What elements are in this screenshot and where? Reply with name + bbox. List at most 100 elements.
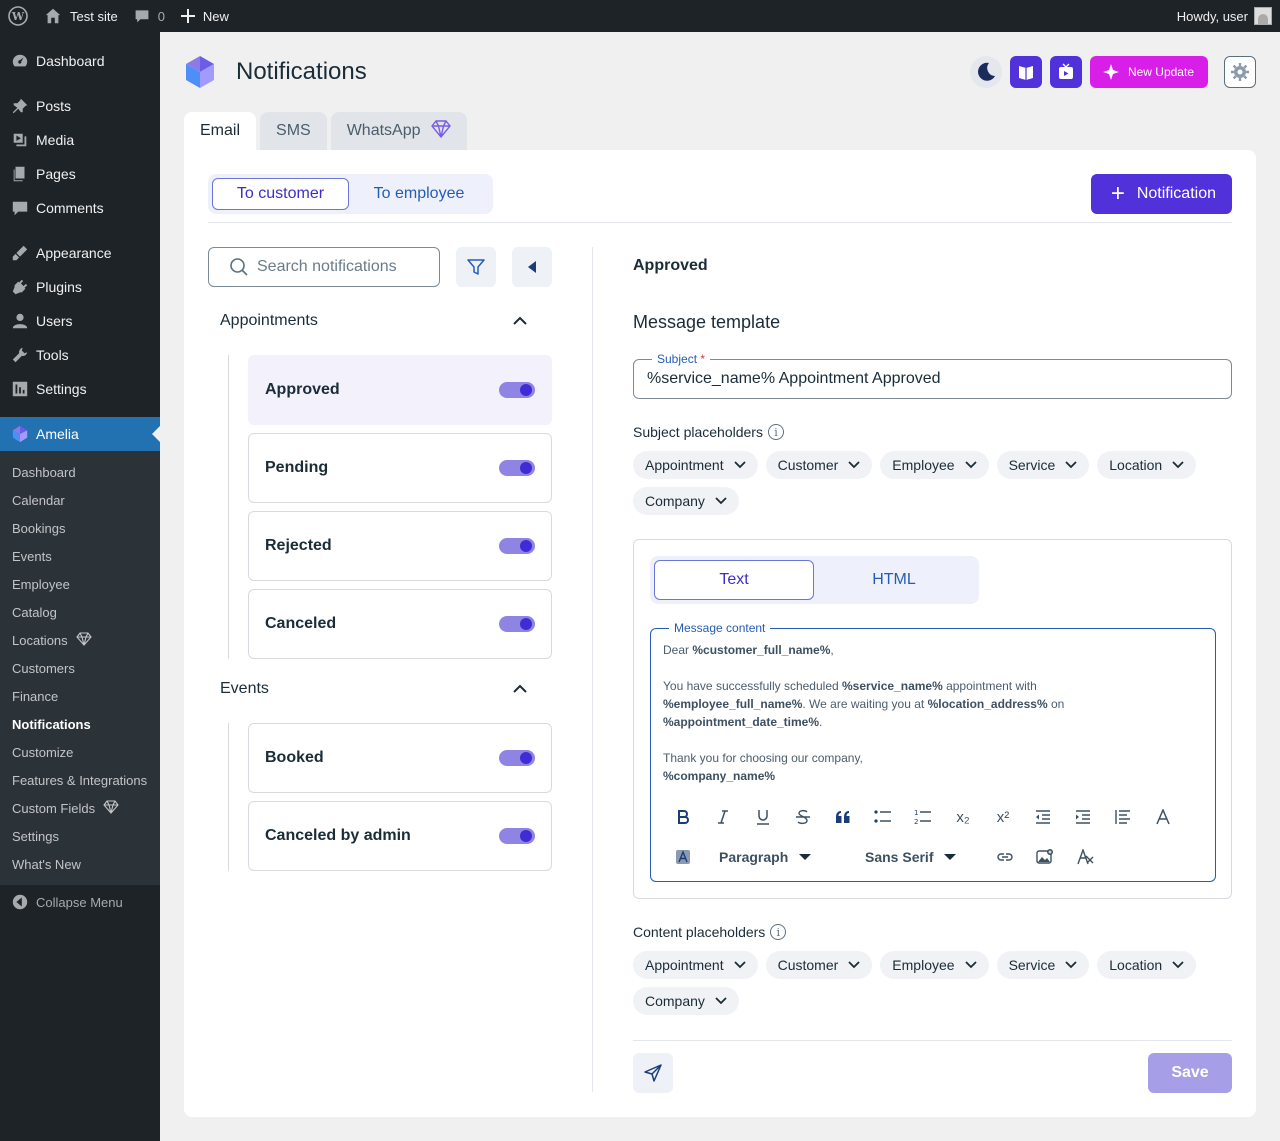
underline-button[interactable] [743,797,783,837]
placeholder-dropdown-customer[interactable]: Customer [765,951,873,979]
account-menu[interactable]: Howdy, user [1177,7,1280,25]
enabled-toggle[interactable] [499,460,535,476]
submenu-item-customers[interactable]: Customers [0,654,160,682]
submenu-item-employee[interactable]: Employee [0,570,160,598]
dark-mode-toggle[interactable] [969,56,1002,88]
info-icon[interactable]: i [770,924,787,940]
background-color-button[interactable] [663,837,703,877]
submenu-item-features[interactable]: Features & Integrations [0,766,160,794]
add-notification-button[interactable]: + Notification [1090,174,1232,214]
sidebar-item-users[interactable]: Users [0,304,160,338]
sidebar-item-posts[interactable]: Posts [0,89,160,123]
sidebar-item-pages[interactable]: Pages [0,157,160,191]
placeholder-dropdown-customer[interactable]: Customer [765,451,873,479]
outdent-button[interactable] [1023,797,1063,837]
sidebar-item-appearance[interactable]: Appearance [0,236,160,270]
sidebar-item-settings[interactable]: Settings [0,372,160,406]
submenu-item-whats-new[interactable]: What's New [0,850,160,878]
search-input[interactable]: Search notifications [208,247,440,287]
indent-button[interactable] [1063,797,1103,837]
collapse-list-button[interactable] [512,247,552,287]
submenu-item-dashboard[interactable]: Dashboard [0,458,160,486]
submenu-item-finance[interactable]: Finance [0,682,160,710]
documentation-button[interactable] [1009,56,1042,88]
submenu-item-custom-fields[interactable]: Custom Fields [0,794,160,822]
submenu-item-bookings[interactable]: Bookings [0,514,160,542]
placeholder-dropdown-employee[interactable]: Employee [880,451,989,479]
sidebar-item-comments[interactable]: Comments [0,191,160,225]
wordpress-logo-icon[interactable]: W [0,0,36,32]
subject-input[interactable]: Subject * %service_name% Appointment App… [633,351,1232,399]
save-button[interactable]: Save [1148,1053,1232,1093]
tab-text[interactable]: Text [654,560,814,600]
group-appointments[interactable]: Appointments [220,312,540,330]
submenu-item-customize[interactable]: Customize [0,738,160,766]
submenu-item-settings[interactable]: Settings [0,822,160,850]
submenu-item-locations[interactable]: Locations [0,626,160,654]
placeholder-dropdown-appointment[interactable]: Appointment [633,951,758,979]
site-name-link[interactable]: Test site [36,0,126,32]
notification-item-rejected[interactable]: Rejected [248,511,552,581]
info-icon[interactable]: i [767,424,784,440]
sidebar-item-amelia[interactable]: Amelia [0,417,160,451]
subscript-button[interactable]: x₂ [943,797,983,837]
submenu-item-catalog[interactable]: Catalog [0,598,160,626]
notification-item-booked[interactable]: Booked [248,723,552,793]
comments-link[interactable]: 0 [126,0,173,32]
message-content-field[interactable]: Message content Dear %customer_full_name… [650,620,1216,882]
blockquote-button[interactable] [823,797,863,837]
tab-email[interactable]: Email [184,112,257,150]
tab-to-employee[interactable]: To employee [349,178,489,210]
clear-format-button[interactable] [1065,837,1105,877]
send-test-button[interactable] [633,1053,673,1093]
sidebar-item-media[interactable]: Media [0,123,160,157]
sidebar-item-tools[interactable]: Tools [0,338,160,372]
placeholder-dropdown-location[interactable]: Location [1097,451,1197,479]
placeholder-dropdown-employee[interactable]: Employee [880,951,989,979]
video-tutorials-button[interactable] [1049,56,1082,88]
collapse-menu-button[interactable]: Collapse Menu [0,885,160,919]
enabled-toggle[interactable] [499,828,535,844]
sidebar-item-dashboard[interactable]: Dashboard [0,44,160,78]
paragraph-select[interactable]: Paragraph [719,837,847,877]
new-content-link[interactable]: New [173,0,237,32]
filter-button[interactable] [456,247,496,287]
align-button[interactable] [1103,797,1143,837]
submenu-item-calendar[interactable]: Calendar [0,486,160,514]
notification-item-approved[interactable]: Approved [248,355,552,425]
bold-button[interactable] [663,797,703,837]
placeholder-dropdown-company[interactable]: Company [633,987,739,1015]
enabled-toggle[interactable] [499,538,535,554]
submenu-item-notifications[interactable]: Notifications [0,710,160,738]
new-update-button[interactable]: New Update [1089,56,1208,88]
enabled-toggle[interactable] [499,616,535,632]
placeholder-dropdown-company[interactable]: Company [633,487,739,515]
tab-sms[interactable]: SMS [260,112,327,150]
settings-button[interactable] [1224,56,1256,88]
placeholder-dropdown-service[interactable]: Service [996,951,1090,979]
italic-button[interactable] [703,797,743,837]
font-family-select[interactable]: Sans Serif [865,837,985,877]
notification-item-canceled-by-admin[interactable]: Canceled by admin [248,801,552,871]
placeholder-dropdown-appointment[interactable]: Appointment [633,451,758,479]
enabled-toggle[interactable] [499,382,535,398]
numbered-list-button[interactable]: 12 [903,797,943,837]
tab-whatsapp[interactable]: WhatsApp [330,112,467,150]
message-content-text[interactable]: Dear %customer_full_name%, You have succ… [663,641,1203,785]
sidebar-item-plugins[interactable]: Plugins [0,270,160,304]
tab-html[interactable]: HTML [814,560,974,600]
enabled-toggle[interactable] [499,750,535,766]
group-events[interactable]: Events [220,680,540,698]
bullet-list-button[interactable] [863,797,903,837]
image-button[interactable] [1025,837,1065,877]
notification-item-pending[interactable]: Pending [248,433,552,503]
placeholder-dropdown-location[interactable]: Location [1097,951,1197,979]
tab-to-customer[interactable]: To customer [212,178,349,210]
placeholder-dropdown-service[interactable]: Service [996,451,1090,479]
link-button[interactable] [985,837,1025,877]
strikethrough-button[interactable] [783,797,823,837]
font-color-button[interactable] [1143,797,1183,837]
submenu-item-events[interactable]: Events [0,542,160,570]
superscript-button[interactable]: x² [983,797,1023,837]
notification-item-canceled[interactable]: Canceled [248,589,552,659]
